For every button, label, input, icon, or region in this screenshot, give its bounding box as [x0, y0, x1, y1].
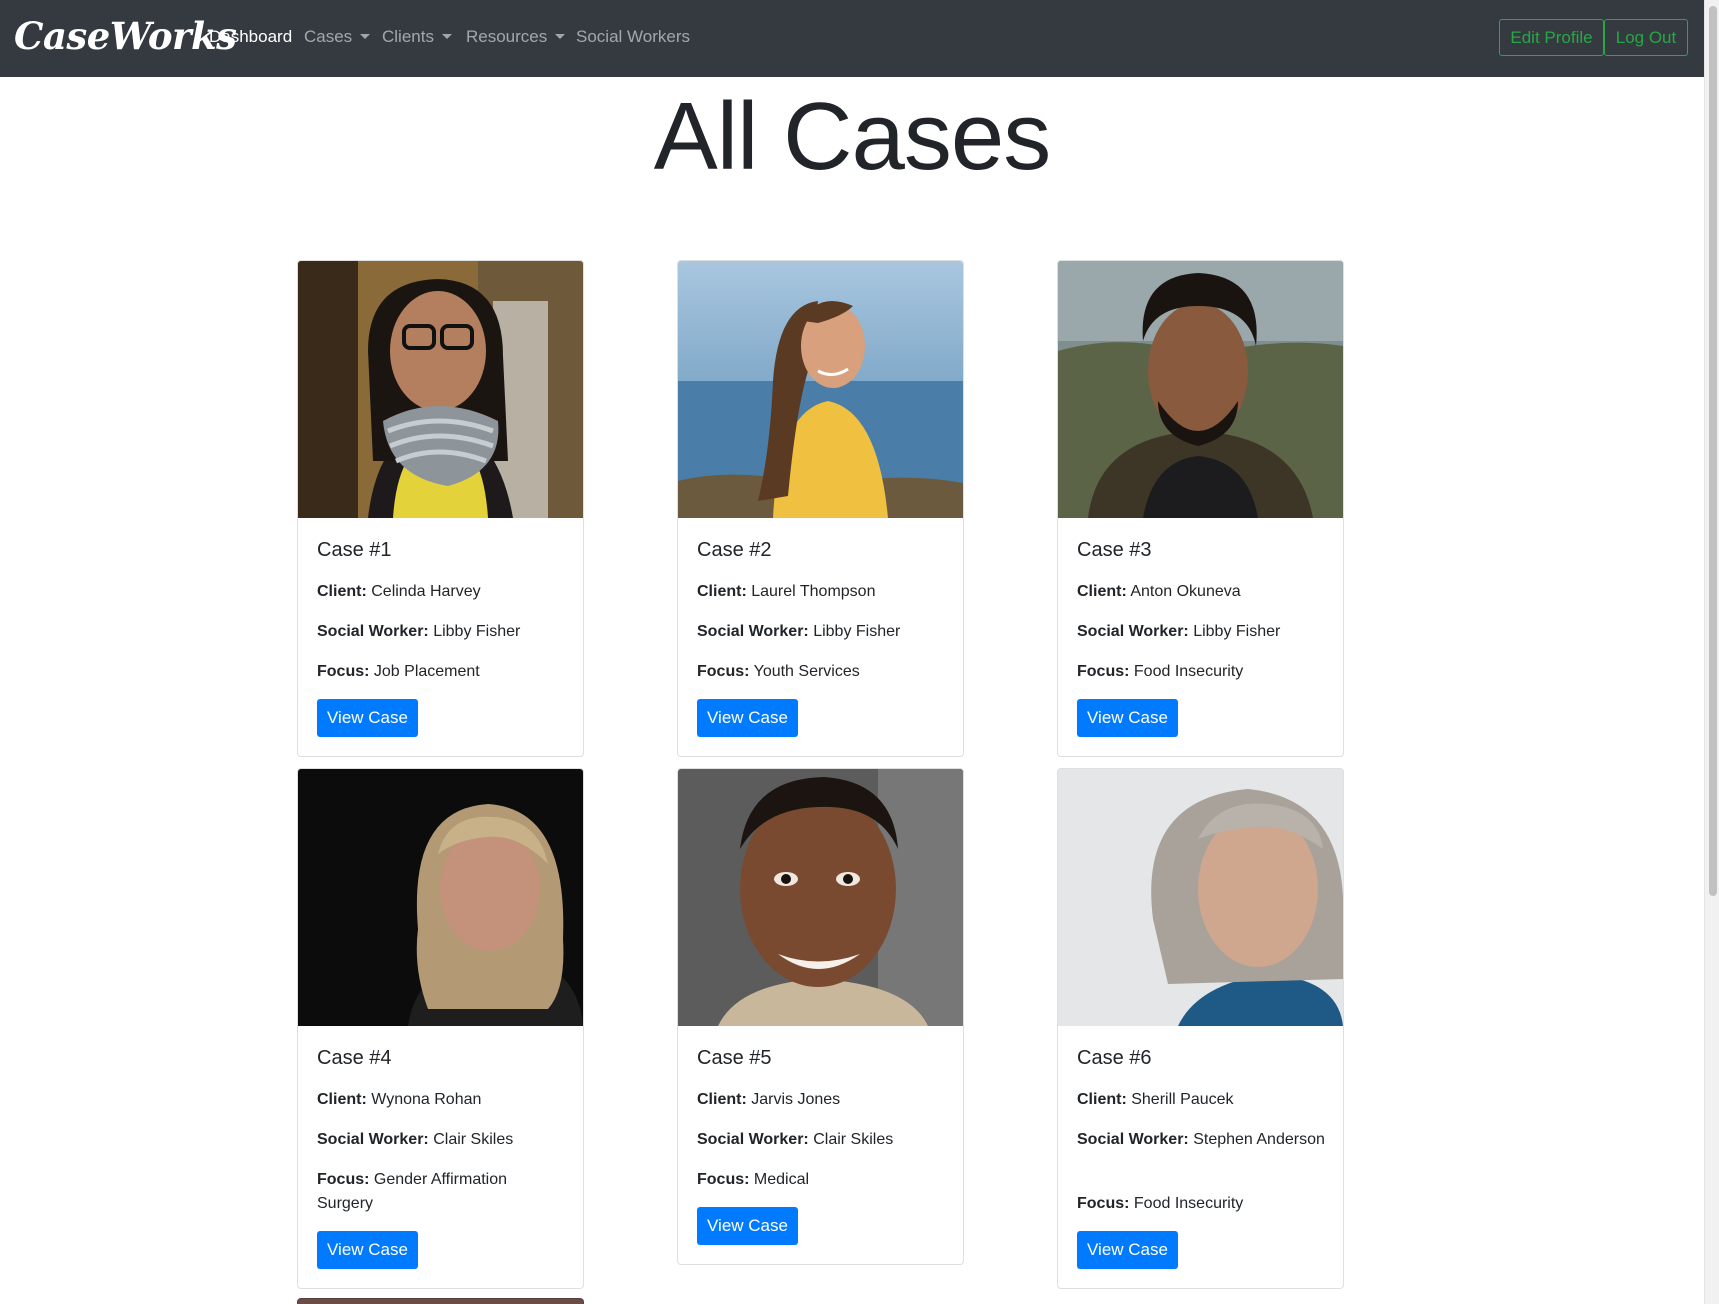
focus-value: Medical [753, 1171, 810, 1188]
client-field: Client: Jarvis Jones [697, 1088, 947, 1112]
social-worker-field: Social Worker: Libby Fisher [317, 620, 567, 644]
case-title: Case #4 [317, 1047, 392, 1069]
case-card: Case #6 Client: Sherill Paucek Social Wo… [1057, 768, 1344, 1289]
social-worker-field: Social Worker: Clair Skiles [697, 1128, 947, 1152]
view-case-button[interactable]: View Case [317, 699, 418, 737]
focus-field: Focus: Job Placement [317, 660, 567, 684]
focus-field: Focus: Food Insecurity [1077, 660, 1327, 684]
view-case-button[interactable]: View Case [317, 1231, 418, 1269]
view-case-button[interactable]: View Case [1077, 699, 1178, 737]
focus-value: Food Insecurity [1133, 1195, 1244, 1212]
social-worker-name: Libby Fisher [433, 623, 521, 640]
case-card-partial [297, 1298, 584, 1304]
client-photo [1058, 769, 1343, 1026]
focus-value: Youth Services [753, 663, 860, 680]
nav-cases-dropdown[interactable]: Cases [304, 27, 371, 47]
case-card: Case #1 Client: Celinda Harvey Social Wo… [297, 260, 584, 757]
social-worker-field: Social Worker: Libby Fisher [697, 620, 947, 644]
social-worker-name: Clair Skiles [433, 1131, 514, 1148]
client-field: Client: Wynona Rohan [317, 1088, 567, 1112]
case-card: Case #3 Client: Anton Okuneva Social Wor… [1057, 260, 1344, 757]
social-worker-label: Social Worker: [317, 1131, 429, 1148]
focus-field: Focus: Medical [697, 1168, 947, 1192]
social-worker-name: Stephen Anderson [1193, 1131, 1325, 1148]
scrollbar-thumb[interactable] [1709, 6, 1717, 896]
brand-logo[interactable]: CaseWorks [14, 14, 237, 58]
focus-label: Focus: [317, 1171, 370, 1188]
social-worker-name: Libby Fisher [1193, 623, 1281, 640]
caret-down-icon [360, 34, 371, 39]
client-name: Laurel Thompson [751, 583, 876, 600]
view-case-button[interactable]: View Case [697, 1207, 798, 1245]
nav-resources-dropdown[interactable]: Resources [466, 27, 566, 47]
focus-label: Focus: [1077, 663, 1130, 680]
client-field: Client: Celinda Harvey [317, 580, 567, 604]
client-name: Wynona Rohan [371, 1091, 482, 1108]
client-field: Client: Sherill Paucek [1077, 1088, 1327, 1112]
client-name: Jarvis Jones [751, 1091, 841, 1108]
client-label: Client: [317, 1091, 367, 1108]
edit-profile-button[interactable]: Edit Profile [1499, 19, 1604, 56]
case-card: Case #4 Client: Wynona Rohan Social Work… [297, 768, 584, 1289]
social-worker-label: Social Worker: [317, 623, 429, 640]
caret-down-icon [555, 34, 566, 39]
log-out-button[interactable]: Log Out [1604, 19, 1688, 56]
client-field: Client: Anton Okuneva [1077, 580, 1327, 604]
nav-clients-label: Clients [382, 27, 434, 46]
navbar: CaseWorks Dashboard Cases Clients Resour… [0, 0, 1704, 77]
client-name: Anton Okuneva [1130, 583, 1241, 600]
client-photo [678, 769, 963, 1026]
focus-label: Focus: [697, 663, 750, 680]
client-label: Client: [697, 1091, 747, 1108]
nav-clients-dropdown[interactable]: Clients [382, 27, 452, 47]
scrollbar[interactable] [1704, 0, 1719, 1304]
focus-value: Job Placement [373, 663, 480, 680]
focus-value: Food Insecurity [1133, 663, 1244, 680]
client-label: Client: [1077, 1091, 1127, 1108]
focus-field: Focus: Youth Services [697, 660, 947, 684]
caret-down-icon [441, 34, 452, 39]
nav-social-workers[interactable]: Social Workers [576, 27, 690, 47]
case-title: Case #6 [1077, 1047, 1152, 1069]
client-label: Client: [1077, 583, 1127, 600]
social-worker-label: Social Worker: [1077, 1131, 1189, 1148]
social-worker-label: Social Worker: [697, 1131, 809, 1148]
social-worker-label: Social Worker: [1077, 623, 1189, 640]
case-title: Case #5 [697, 1047, 772, 1069]
social-worker-field: Social Worker: Stephen Anderson [1077, 1128, 1327, 1152]
nav-resources-label: Resources [466, 27, 548, 46]
view-case-button[interactable]: View Case [697, 699, 798, 737]
nav-cases-label: Cases [304, 27, 353, 46]
client-photo [298, 769, 583, 1026]
client-photo [678, 261, 963, 518]
focus-field: Focus: Gender Affirmation Surgery [317, 1168, 567, 1216]
case-title: Case #1 [317, 539, 392, 561]
client-photo [1058, 261, 1343, 518]
page-title: All Cases [653, 83, 1051, 190]
client-label: Client: [697, 583, 747, 600]
case-title: Case #2 [697, 539, 772, 561]
focus-label: Focus: [697, 1171, 750, 1188]
client-label: Client: [317, 583, 367, 600]
focus-label: Focus: [1077, 1195, 1130, 1212]
client-name: Sherill Paucek [1131, 1091, 1234, 1108]
client-field: Client: Laurel Thompson [697, 580, 947, 604]
focus-field: Focus: Food Insecurity [1077, 1192, 1327, 1216]
client-name: Celinda Harvey [371, 583, 481, 600]
social-worker-field: Social Worker: Libby Fisher [1077, 620, 1327, 644]
case-title: Case #3 [1077, 539, 1152, 561]
social-worker-label: Social Worker: [697, 623, 809, 640]
case-card: Case #2 Client: Laurel Thompson Social W… [677, 260, 964, 757]
view-case-button[interactable]: View Case [1077, 1231, 1178, 1269]
nav-dashboard[interactable]: Dashboard [209, 27, 292, 47]
social-worker-name: Clair Skiles [813, 1131, 894, 1148]
case-card: Case #5 Client: Jarvis Jones Social Work… [677, 768, 964, 1265]
client-photo [298, 261, 583, 518]
social-worker-field: Social Worker: Clair Skiles [317, 1128, 567, 1152]
focus-label: Focus: [317, 663, 370, 680]
social-worker-name: Libby Fisher [813, 623, 901, 640]
